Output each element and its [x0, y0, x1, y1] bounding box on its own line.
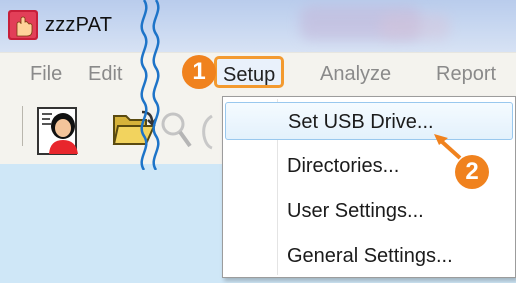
menu-edit[interactable]: Edit [88, 63, 122, 86]
menu-file[interactable]: File [30, 63, 62, 86]
menu-item-label: Directories... [287, 155, 400, 177]
step-1-badge: 1 [182, 55, 216, 89]
person-card-icon[interactable] [36, 106, 84, 158]
app-hand-icon [8, 10, 38, 40]
step-2-badge: 2 [455, 155, 489, 189]
faint-icon[interactable] [198, 112, 218, 152]
window-title-bar: zzzPAT [0, 0, 516, 52]
title-bar-glass-blur [380, 14, 450, 40]
menu-setup[interactable]: Setup [214, 56, 285, 88]
menu-item-general-settings[interactable]: General Settings... [225, 237, 513, 275]
menu-item-label: User Settings... [287, 200, 424, 222]
menu-item-label: General Settings... [287, 245, 453, 267]
menu-report[interactable]: Report [436, 63, 496, 86]
menu-analyze[interactable]: Analyze [320, 63, 391, 86]
window-title: zzzPAT [45, 14, 113, 36]
tutorial-screenshot: zzzPAT File Edit Setup Analyze Report Se… [0, 0, 516, 283]
toolbar-separator [22, 106, 23, 146]
menu-item-set-usb-drive[interactable]: Set USB Drive... [225, 102, 513, 140]
menu-item-user-settings[interactable]: User Settings... [225, 192, 513, 230]
screenshot-break-lines [140, 0, 160, 170]
menu-item-label: Set USB Drive... [288, 111, 434, 133]
menu-bar: File Edit Setup Analyze Report [0, 52, 516, 94]
